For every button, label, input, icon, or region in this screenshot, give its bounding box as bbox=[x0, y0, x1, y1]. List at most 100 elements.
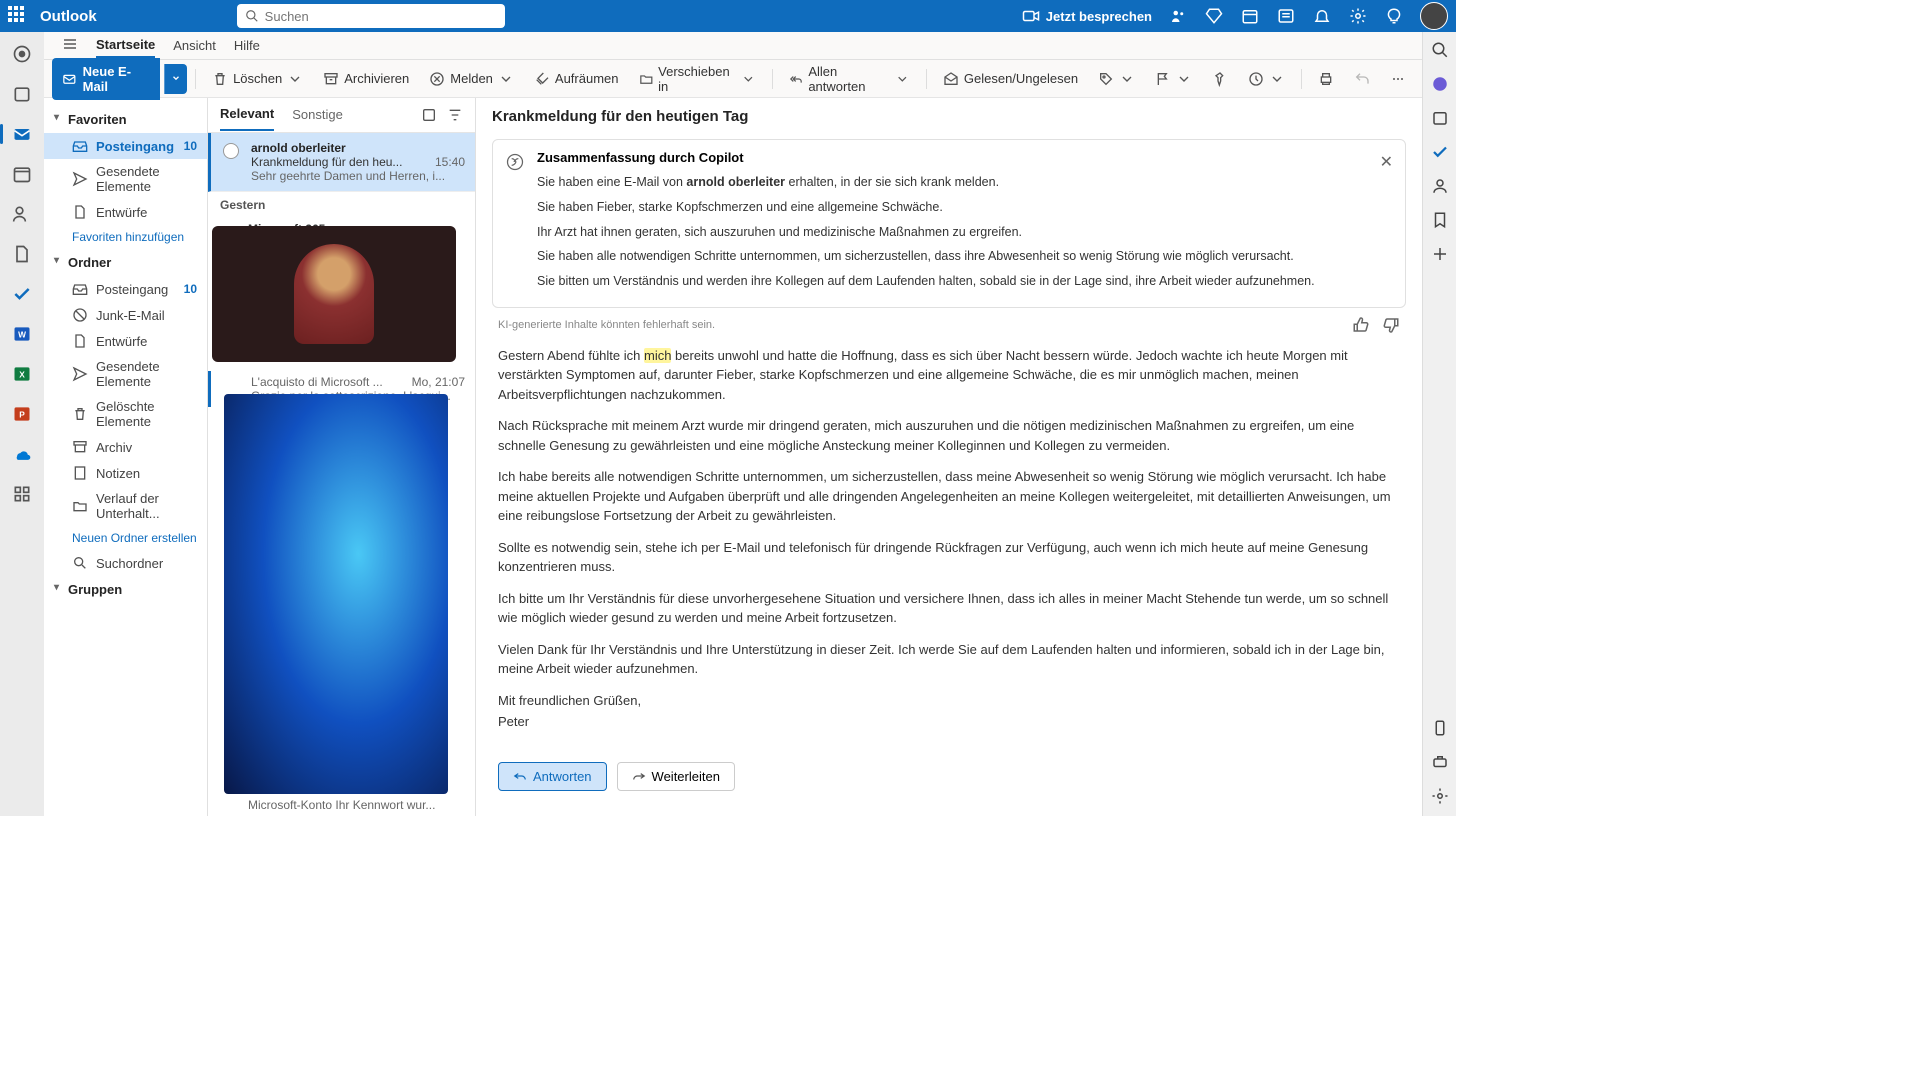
checkbox-icon[interactable] bbox=[223, 143, 239, 159]
replyall-button[interactable]: Allen antworten bbox=[781, 60, 918, 98]
flag-button[interactable] bbox=[1147, 67, 1200, 91]
pin-button[interactable] bbox=[1204, 67, 1236, 91]
right-calendar-icon[interactable] bbox=[1430, 108, 1450, 128]
tag-button[interactable] bbox=[1090, 67, 1143, 91]
forward-icon bbox=[632, 769, 646, 783]
folder-icon bbox=[639, 71, 654, 87]
reply-icon bbox=[513, 769, 527, 783]
right-contacts-icon[interactable] bbox=[1430, 176, 1450, 196]
folder-sent[interactable]: Gesendete Elemente bbox=[44, 159, 207, 199]
news-icon[interactable] bbox=[1276, 6, 1296, 26]
folder-inbox-2[interactable]: Posteingang10 bbox=[44, 276, 207, 302]
folder-history[interactable]: Verlauf der Unterhalt... bbox=[44, 486, 207, 526]
rail-powerpoint-icon[interactable]: P bbox=[6, 398, 38, 430]
svg-text:W: W bbox=[18, 329, 26, 339]
folder-archive[interactable]: Archiv bbox=[44, 434, 207, 460]
delete-button[interactable]: Löschen bbox=[204, 67, 311, 91]
ai-disclaimer: KI-generierte Inhalte könnten fehlerhaft… bbox=[498, 319, 715, 331]
new-folder-link[interactable]: Neuen Ordner erstellen bbox=[44, 526, 207, 550]
app-launcher-icon[interactable] bbox=[8, 6, 28, 26]
tab-other[interactable]: Sonstige bbox=[292, 99, 343, 130]
more-button[interactable] bbox=[1382, 67, 1414, 91]
teams-icon[interactable] bbox=[1168, 6, 1188, 26]
folder-drafts[interactable]: Entwürfe bbox=[44, 199, 207, 225]
user-avatar[interactable] bbox=[1420, 2, 1448, 30]
undo-button[interactable] bbox=[1346, 67, 1378, 91]
rail-excel-icon[interactable]: X bbox=[6, 358, 38, 390]
right-search-icon[interactable] bbox=[1430, 40, 1450, 60]
bell-icon[interactable] bbox=[1312, 6, 1332, 26]
folder-inbox[interactable]: Posteingang10 bbox=[44, 133, 207, 159]
thumbs-down-icon[interactable] bbox=[1382, 316, 1400, 334]
sweep-button[interactable]: Aufräumen bbox=[526, 67, 627, 91]
forward-button[interactable]: Weiterleiten bbox=[617, 762, 735, 791]
gear-icon[interactable] bbox=[1348, 6, 1368, 26]
lightbulb-icon[interactable] bbox=[1384, 6, 1404, 26]
right-settings-icon[interactable] bbox=[1430, 786, 1450, 806]
rail-mail-icon[interactable] bbox=[6, 118, 38, 150]
folder-junk[interactable]: Junk-E-Mail bbox=[44, 302, 207, 328]
reply-bar: Antworten Weiterleiten bbox=[484, 752, 1414, 801]
section-folders[interactable]: Ordner bbox=[44, 249, 207, 276]
select-all-icon[interactable] bbox=[421, 107, 437, 123]
rail-files-icon[interactable] bbox=[6, 238, 38, 270]
rail-todo-icon[interactable] bbox=[6, 278, 38, 310]
message-item[interactable]: arnold oberleiter Krankmeldung für den h… bbox=[208, 133, 475, 192]
rail-day-icon[interactable] bbox=[6, 78, 38, 110]
summary-line: Sie haben eine E-Mail von arnold oberlei… bbox=[537, 173, 1365, 192]
rail-people-icon[interactable] bbox=[6, 198, 38, 230]
right-phone-icon[interactable] bbox=[1430, 718, 1450, 738]
search-input[interactable] bbox=[265, 9, 497, 24]
search-folders[interactable]: Suchordner bbox=[44, 550, 207, 576]
rail-home-icon[interactable] bbox=[6, 38, 38, 70]
message-list: Relevant Sonstige arnold oberleiter Kran… bbox=[208, 98, 476, 816]
copilot-footer: KI-generierte Inhalte könnten fehlerhaft… bbox=[484, 312, 1414, 338]
snooze-button[interactable] bbox=[1240, 67, 1293, 91]
right-tasks-icon[interactable] bbox=[1430, 142, 1450, 162]
message-item-partial[interactable]: Microsoft-Konto Ihr Kennwort wur... bbox=[208, 794, 475, 816]
hamburger-icon[interactable] bbox=[62, 36, 78, 55]
moveto-button[interactable]: Verschieben in bbox=[631, 60, 764, 98]
folder-sent-2[interactable]: Gesendete Elemente bbox=[44, 354, 207, 394]
print-button[interactable] bbox=[1310, 67, 1342, 91]
body-closing: Mit freundlichen Grüßen, bbox=[498, 691, 1400, 711]
reply-button[interactable]: Antworten bbox=[498, 762, 607, 791]
meet-now-button[interactable]: Jetzt besprechen bbox=[1022, 7, 1152, 25]
rail-more-apps-icon[interactable] bbox=[6, 478, 38, 510]
trash-icon bbox=[212, 71, 228, 87]
readunread-button[interactable]: Gelesen/Ungelesen bbox=[935, 67, 1086, 91]
brand-label: Outlook bbox=[40, 8, 97, 25]
section-groups[interactable]: Gruppen bbox=[44, 576, 207, 603]
search-box[interactable] bbox=[237, 4, 505, 28]
tab-focused[interactable]: Relevant bbox=[220, 98, 274, 131]
right-tools-icon[interactable] bbox=[1430, 752, 1450, 772]
search-icon bbox=[245, 9, 259, 23]
tab-help[interactable]: Hilfe bbox=[234, 34, 260, 57]
copilot-summary: ✕ Zusammenfassung durch Copilot Sie habe… bbox=[492, 139, 1406, 308]
right-add-icon[interactable] bbox=[1430, 244, 1450, 264]
close-icon[interactable]: ✕ bbox=[1380, 152, 1393, 172]
rail-word-icon[interactable]: W bbox=[6, 318, 38, 350]
folder-drafts-2[interactable]: Entwürfe bbox=[44, 328, 207, 354]
folder-notes[interactable]: Notizen bbox=[44, 460, 207, 486]
report-button[interactable]: Melden bbox=[421, 67, 522, 91]
rail-onedrive-icon[interactable] bbox=[6, 438, 38, 470]
new-mail-dropdown[interactable] bbox=[164, 64, 187, 94]
right-bookmark-icon[interactable] bbox=[1430, 210, 1450, 230]
calendar-day-icon[interactable] bbox=[1240, 6, 1260, 26]
tab-home[interactable]: Startseite bbox=[96, 33, 155, 58]
filter-icon[interactable] bbox=[447, 107, 463, 123]
rail-calendar-icon[interactable] bbox=[6, 158, 38, 190]
video-overlay[interactable] bbox=[212, 226, 456, 362]
add-favorite-link[interactable]: Favoriten hinzufügen bbox=[44, 225, 207, 249]
new-mail-button[interactable]: Neue E-Mail bbox=[52, 58, 160, 100]
thumbs-up-icon[interactable] bbox=[1352, 316, 1370, 334]
chevron-down-icon bbox=[171, 73, 181, 83]
folder-deleted[interactable]: Gelöschte Elemente bbox=[44, 394, 207, 434]
section-favorites[interactable]: Favoriten bbox=[44, 106, 207, 133]
right-copilot-icon[interactable] bbox=[1430, 74, 1450, 94]
image-overlay bbox=[224, 394, 448, 794]
archive-button[interactable]: Archivieren bbox=[315, 67, 417, 91]
tab-view[interactable]: Ansicht bbox=[173, 34, 216, 57]
diamond-icon[interactable] bbox=[1204, 6, 1224, 26]
